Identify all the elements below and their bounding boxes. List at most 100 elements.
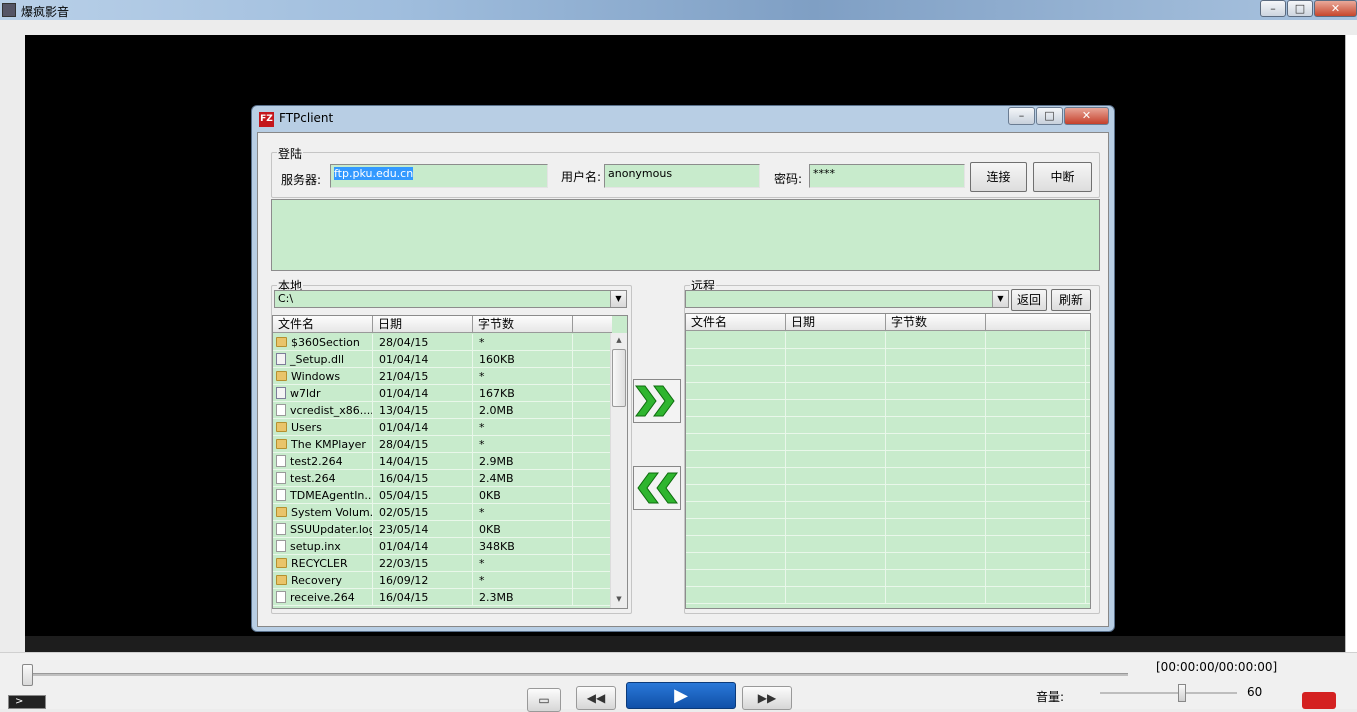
list-item[interactable]: Users 01/04/14 * <box>273 419 612 436</box>
play-button[interactable]: ▶ <box>626 682 736 709</box>
volume-thumb[interactable] <box>1178 684 1186 702</box>
ftp-maximize-button[interactable]: □ <box>1036 107 1063 125</box>
empty-cell <box>986 485 1086 502</box>
volume-slider[interactable] <box>1100 692 1237 694</box>
list-item[interactable]: vcredist_x86.... 13/04/15 2.0MB <box>273 402 612 419</box>
login-group-label: 登陆 <box>277 145 304 162</box>
file-name: Users <box>291 421 322 434</box>
empty-row <box>686 519 1090 536</box>
local-scrollbar[interactable]: ▲ ▼ <box>610 333 627 608</box>
double-arrow-left-icon <box>637 472 678 504</box>
file-name-cell: Users <box>273 419 373 436</box>
server-input[interactable]: ftp.pku.edu.cn <box>330 164 548 188</box>
scroll-up-icon[interactable]: ▲ <box>611 333 627 348</box>
scroll-down-icon[interactable]: ▼ <box>611 592 627 607</box>
player-close-button[interactable]: ✕ <box>1314 0 1357 17</box>
ftp-minimize-button[interactable]: – <box>1008 107 1035 125</box>
local-col-size[interactable]: 字节数 <box>473 316 573 333</box>
server-label: 服务器: <box>281 173 322 187</box>
file-date: 16/09/12 <box>373 572 473 589</box>
list-item[interactable]: RECYCLER 22/03/15 * <box>273 555 612 572</box>
refresh-button[interactable]: 刷新 <box>1051 289 1091 311</box>
remote-col-size[interactable]: 字节数 <box>886 314 986 331</box>
password-input[interactable]: **** <box>809 164 965 188</box>
empty-cell <box>786 366 886 383</box>
empty-row <box>686 451 1090 468</box>
list-item[interactable]: $360Section 28/04/15 * <box>273 334 612 351</box>
local-col-date[interactable]: 日期 <box>373 316 473 333</box>
fullscreen-button[interactable]: ▭ <box>527 688 561 712</box>
remote-path-combo[interactable]: ▼ <box>685 290 1009 308</box>
empty-cell <box>786 468 886 485</box>
list-item[interactable]: test2.264 14/04/15 2.9MB <box>273 453 612 470</box>
password-label: 密码: <box>774 172 803 186</box>
seek-bar[interactable] <box>28 673 1128 676</box>
file-size: * <box>473 419 573 436</box>
chevron-down-icon[interactable]: ▼ <box>610 291 626 307</box>
empty-cell <box>786 570 886 587</box>
empty-row <box>686 417 1090 434</box>
scroll-thumb[interactable] <box>612 349 626 407</box>
folder-icon <box>276 371 287 381</box>
local-col-name[interactable]: 文件名 <box>273 316 373 333</box>
file-date: 01/04/14 <box>373 351 473 368</box>
ftp-titlebar[interactable]: FZ FTPclient – □ ✕ <box>252 106 1114 130</box>
file-name: w7ldr <box>290 387 321 400</box>
empty-cell <box>686 417 786 434</box>
ftp-window: FZ FTPclient – □ ✕ 登陆 服务器: ftp.pku.edu.c… <box>251 105 1115 632</box>
ftp-close-button[interactable]: ✕ <box>1064 107 1109 125</box>
menu-toggle-button[interactable]: > <box>8 695 46 709</box>
empty-cell <box>686 349 786 366</box>
empty-cell <box>786 434 886 451</box>
file-name: The KMPlayer <box>291 438 366 451</box>
empty-cell <box>686 451 786 468</box>
list-item[interactable]: Windows 21/04/15 * <box>273 368 612 385</box>
connect-button[interactable]: 连接 <box>970 162 1027 192</box>
list-item[interactable]: setup.inx 01/04/14 348KB <box>273 538 612 555</box>
file-size: 2.4MB <box>473 470 573 487</box>
list-item[interactable]: The KMPlayer 28/04/15 * <box>273 436 612 453</box>
list-item[interactable]: test.264 16/04/15 2.4MB <box>273 470 612 487</box>
file-icon <box>276 540 286 552</box>
empty-row <box>686 553 1090 570</box>
local-path-combo[interactable]: C:\ ▼ <box>274 290 627 308</box>
player-app-icon <box>2 3 16 17</box>
file-name: receive.264 <box>290 591 355 604</box>
remote-col-date[interactable]: 日期 <box>786 314 886 331</box>
back-button[interactable]: 返回 <box>1011 289 1047 311</box>
list-item[interactable]: w7ldr 01/04/14 167KB <box>273 385 612 402</box>
file-date: 28/04/15 <box>373 334 473 351</box>
list-item[interactable]: System Volum... 02/05/15 * <box>273 504 612 521</box>
username-input[interactable]: anonymous <box>604 164 760 188</box>
empty-cell <box>686 502 786 519</box>
player-maximize-button[interactable]: □ <box>1287 0 1313 17</box>
empty-cell <box>886 485 986 502</box>
local-list-header: 文件名 日期 字节数 <box>273 316 612 333</box>
remote-file-list[interactable]: 文件名 日期 字节数 <box>685 313 1091 609</box>
list-item[interactable]: Recovery 16/09/12 * <box>273 572 612 589</box>
list-item[interactable]: SSUUpdater.log 23/05/14 0KB <box>273 521 612 538</box>
seek-thumb[interactable] <box>22 664 33 686</box>
remote-col-name[interactable]: 文件名 <box>686 314 786 331</box>
list-item[interactable]: _Setup.dll 01/04/14 160KB <box>273 351 612 368</box>
file-name: test2.264 <box>290 455 343 468</box>
next-button[interactable]: ▶▶ <box>742 686 792 710</box>
file-size: 2.9MB <box>473 453 573 470</box>
list-item[interactable]: TDMEAgentIn... 05/04/15 0KB <box>273 487 612 504</box>
chevron-down-icon[interactable]: ▼ <box>992 291 1008 307</box>
empty-row <box>686 485 1090 502</box>
file-name: setup.inx <box>290 540 341 553</box>
file-name-cell: SSUUpdater.log <box>273 521 373 538</box>
download-button[interactable] <box>633 466 681 510</box>
folder-icon <box>276 558 287 568</box>
empty-cell <box>986 519 1086 536</box>
previous-button[interactable]: ◀◀ <box>576 686 616 710</box>
disconnect-button[interactable]: 中断 <box>1033 162 1092 192</box>
local-file-list[interactable]: 文件名 日期 字节数 $360Section 28/04/15 * _Setup.dl… <box>272 315 628 609</box>
log-output[interactable] <box>271 199 1100 271</box>
ftp-title: FTPclient <box>279 111 334 125</box>
list-item[interactable]: receive.264 16/04/15 2.3MB <box>273 589 612 606</box>
local-rows: $360Section 28/04/15 * _Setup.dll 01/04/14 16… <box>273 334 612 608</box>
player-minimize-button[interactable]: – <box>1260 0 1286 17</box>
upload-button[interactable] <box>633 379 681 423</box>
